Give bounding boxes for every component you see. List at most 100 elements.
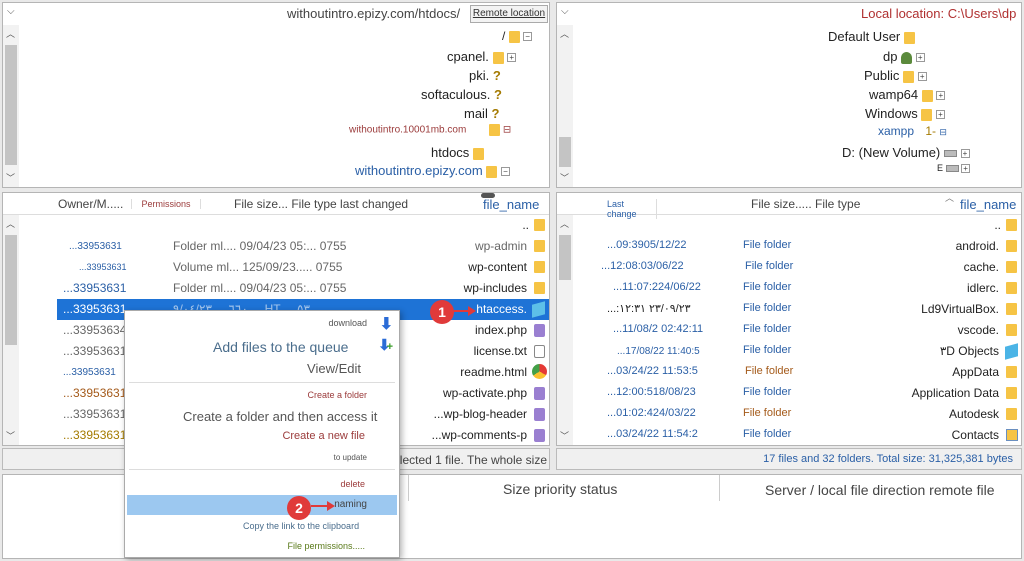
expand-icon[interactable]: + bbox=[960, 149, 970, 159]
menu-create-folder[interactable]: Create a folder bbox=[307, 390, 367, 400]
scroll-up-icon[interactable]: ︿ bbox=[6, 217, 15, 230]
tree-dp[interactable]: dp + bbox=[883, 49, 925, 64]
tree-wamp64[interactable]: wamp64 + bbox=[869, 87, 946, 102]
tree-htdocs[interactable]: htdocs bbox=[431, 145, 484, 160]
menu-naming[interactable]: naming bbox=[127, 495, 397, 515]
col-owner[interactable]: Owner/M..... bbox=[58, 197, 123, 211]
folder-icon bbox=[1006, 240, 1017, 252]
expand-icon[interactable]: + bbox=[936, 91, 946, 101]
file-row[interactable]: ...11:07:224/06/22 File folder idlerc. bbox=[573, 278, 1021, 299]
scroll-thumb[interactable] bbox=[5, 235, 17, 345]
menu-view-edit[interactable]: View/Edit bbox=[307, 361, 361, 376]
collapse-icon[interactable]: − bbox=[523, 32, 533, 42]
tree-pki[interactable]: pki. ? bbox=[469, 68, 504, 83]
tree-windows[interactable]: Windows + bbox=[865, 106, 945, 121]
file-row[interactable]: ...33953631 Folder ml.... 09/04/23 05:..… bbox=[19, 278, 549, 299]
scroll-down-icon[interactable]: ﹀ bbox=[560, 171, 569, 184]
file-row[interactable]: ...11/08/2 02:42:11 File folder vscode. bbox=[573, 320, 1021, 341]
file-date: ...11/08/2 02:42:11 bbox=[613, 323, 704, 335]
remote-location-label: Remote location bbox=[472, 8, 546, 19]
expand-icon[interactable]: + bbox=[961, 164, 971, 174]
scroll-down-icon[interactable]: ﹀ bbox=[6, 429, 15, 442]
file-row[interactable]: .. bbox=[19, 215, 549, 236]
remote-dropdown-icon[interactable]: ⌵ bbox=[7, 6, 15, 17]
menu-to-update[interactable]: to update bbox=[334, 453, 367, 462]
col-name[interactable]: file_name bbox=[960, 197, 1016, 212]
folder-icon bbox=[534, 240, 545, 252]
queue-col-direction[interactable]: Server / local file direction remote fil… bbox=[765, 482, 995, 498]
file-name: ...wp-comments-p bbox=[431, 428, 527, 442]
tree-xampp[interactable]: xampp 1- ⊟ bbox=[878, 124, 947, 138]
file-row[interactable]: ...33953631 Folder ml.... 09/04/23 05:..… bbox=[19, 236, 549, 257]
file-row[interactable]: ...03/24/22 11:54:2 File folder Contacts bbox=[573, 425, 1021, 445]
file-date: ...12:00:518/08/23 bbox=[607, 386, 696, 398]
scroll-up-icon[interactable]: ︿ bbox=[560, 27, 569, 40]
tree-e-drive[interactable]: E + bbox=[937, 163, 971, 174]
tree-default-user[interactable]: Default User bbox=[828, 29, 915, 44]
local-dropdown-icon[interactable]: ⌵ bbox=[561, 6, 569, 17]
scroll-thumb[interactable] bbox=[559, 235, 571, 280]
col-info[interactable]: File size..... File type bbox=[751, 197, 860, 211]
menu-file-permissions[interactable]: File permissions..... bbox=[287, 541, 365, 551]
expand-icon[interactable]: + bbox=[507, 53, 517, 63]
file-row[interactable]: ...09:3905/12/22 File folder android. bbox=[573, 236, 1021, 257]
col-info[interactable]: File size... File type last changed bbox=[234, 197, 408, 211]
menu-add-to-queue[interactable]: Add files to the queue bbox=[213, 339, 348, 355]
folder-icon bbox=[1006, 282, 1017, 294]
folder-icon bbox=[1006, 408, 1017, 420]
file-type: File folder bbox=[743, 428, 792, 440]
expand-icon[interactable]: + bbox=[915, 53, 925, 63]
file-row[interactable]: ...03/24/22 11:53:5 File folder AppData bbox=[573, 362, 1021, 383]
file-row[interactable]: ...17/08/22 11:40:5 File folder ۳D Objec… bbox=[573, 341, 1021, 362]
menu-delete[interactable]: delete bbox=[340, 479, 365, 489]
folder-icon bbox=[1006, 387, 1017, 399]
scroll-down-icon[interactable]: ﹀ bbox=[6, 171, 15, 184]
menu-create-file[interactable]: Create a new file bbox=[282, 430, 365, 442]
tree-withoutintro-10001mb[interactable]: withoutintro.10001mb.com ⊟ bbox=[349, 124, 511, 136]
tree-label: cpanel. bbox=[447, 49, 489, 64]
remote-address[interactable]: withoutintro.epizy.com/htdocs/ bbox=[287, 6, 460, 21]
htaccess-file-icon bbox=[532, 301, 545, 318]
expand-icon[interactable]: + bbox=[936, 110, 945, 120]
file-owner: ...33953631 bbox=[69, 241, 122, 252]
tree-withoutintro-epizy[interactable]: withoutintro.epizy.com − bbox=[355, 163, 510, 178]
php-file-icon bbox=[534, 429, 545, 442]
file-name: wp-activate.php bbox=[442, 386, 527, 400]
remote-location-button[interactable]: Remote location bbox=[470, 5, 548, 23]
tree-mail[interactable]: mail ? bbox=[464, 106, 502, 121]
tree-d-drive[interactable]: D: (New Volume) + bbox=[842, 145, 970, 160]
tree-softaculous[interactable]: softaculous. ? bbox=[421, 87, 505, 102]
tree-line-icon: ⊟ bbox=[939, 127, 947, 137]
queue-col-size-priority[interactable]: Size priority status bbox=[503, 481, 617, 497]
scroll-thumb[interactable] bbox=[5, 45, 17, 165]
expand-icon[interactable]: + bbox=[917, 72, 927, 82]
scroll-down-icon[interactable]: ﹀ bbox=[560, 429, 569, 442]
local-list-scrollbar[interactable]: ︿ ﹀ bbox=[557, 215, 573, 445]
menu-create-folder-access[interactable]: Create a folder and then access it bbox=[183, 409, 377, 424]
file-date: ...03/24/22 11:54:2 bbox=[607, 428, 698, 440]
file-name: vscode. bbox=[957, 323, 999, 337]
file-row[interactable]: ...12:00:518/08/23 File folder Applicati… bbox=[573, 383, 1021, 404]
remote-list-scrollbar[interactable]: ︿ ﹀ bbox=[3, 215, 19, 445]
local-address[interactable]: Local location: C:\Users\dp bbox=[861, 6, 1016, 21]
file-row[interactable]: ...01:02:424/03/22 File folder Autodesk bbox=[573, 404, 1021, 425]
file-row[interactable]: ...12:08:03/06/22 File folder cache. bbox=[573, 257, 1021, 278]
collapse-icon[interactable]: − bbox=[500, 167, 510, 177]
remote-tree-scrollbar[interactable]: ︿ ﹀ bbox=[3, 25, 19, 187]
tree-public[interactable]: Public + bbox=[864, 68, 927, 83]
scroll-up-icon[interactable]: ︿ bbox=[560, 217, 569, 230]
menu-copy-link[interactable]: Copy the link to the clipboard bbox=[243, 521, 359, 531]
scroll-up-icon[interactable]: ︿ bbox=[6, 27, 15, 40]
file-row[interactable]: ...:۱۲:۳۱ ۲۳/۰۹/۲۳ File folder Ld9Virtua… bbox=[573, 299, 1021, 320]
scroll-thumb[interactable] bbox=[559, 137, 571, 167]
tree-root[interactable]: / − bbox=[502, 29, 533, 43]
file-row[interactable]: .. bbox=[573, 215, 1021, 236]
local-tree-scrollbar[interactable]: ︿ ﹀ bbox=[557, 25, 573, 187]
file-name: wp-admin bbox=[474, 239, 527, 253]
col-permissions[interactable]: Permissions bbox=[131, 199, 201, 209]
file-date: ...12:08:03/06/22 bbox=[601, 260, 684, 272]
tree-cpanel[interactable]: cpanel. + bbox=[447, 49, 517, 64]
file-row[interactable]: ...33953631 Volume ml... 125/09/23..... … bbox=[19, 257, 549, 278]
col-name[interactable]: file_name bbox=[483, 197, 539, 212]
menu-download[interactable]: download bbox=[328, 318, 367, 328]
